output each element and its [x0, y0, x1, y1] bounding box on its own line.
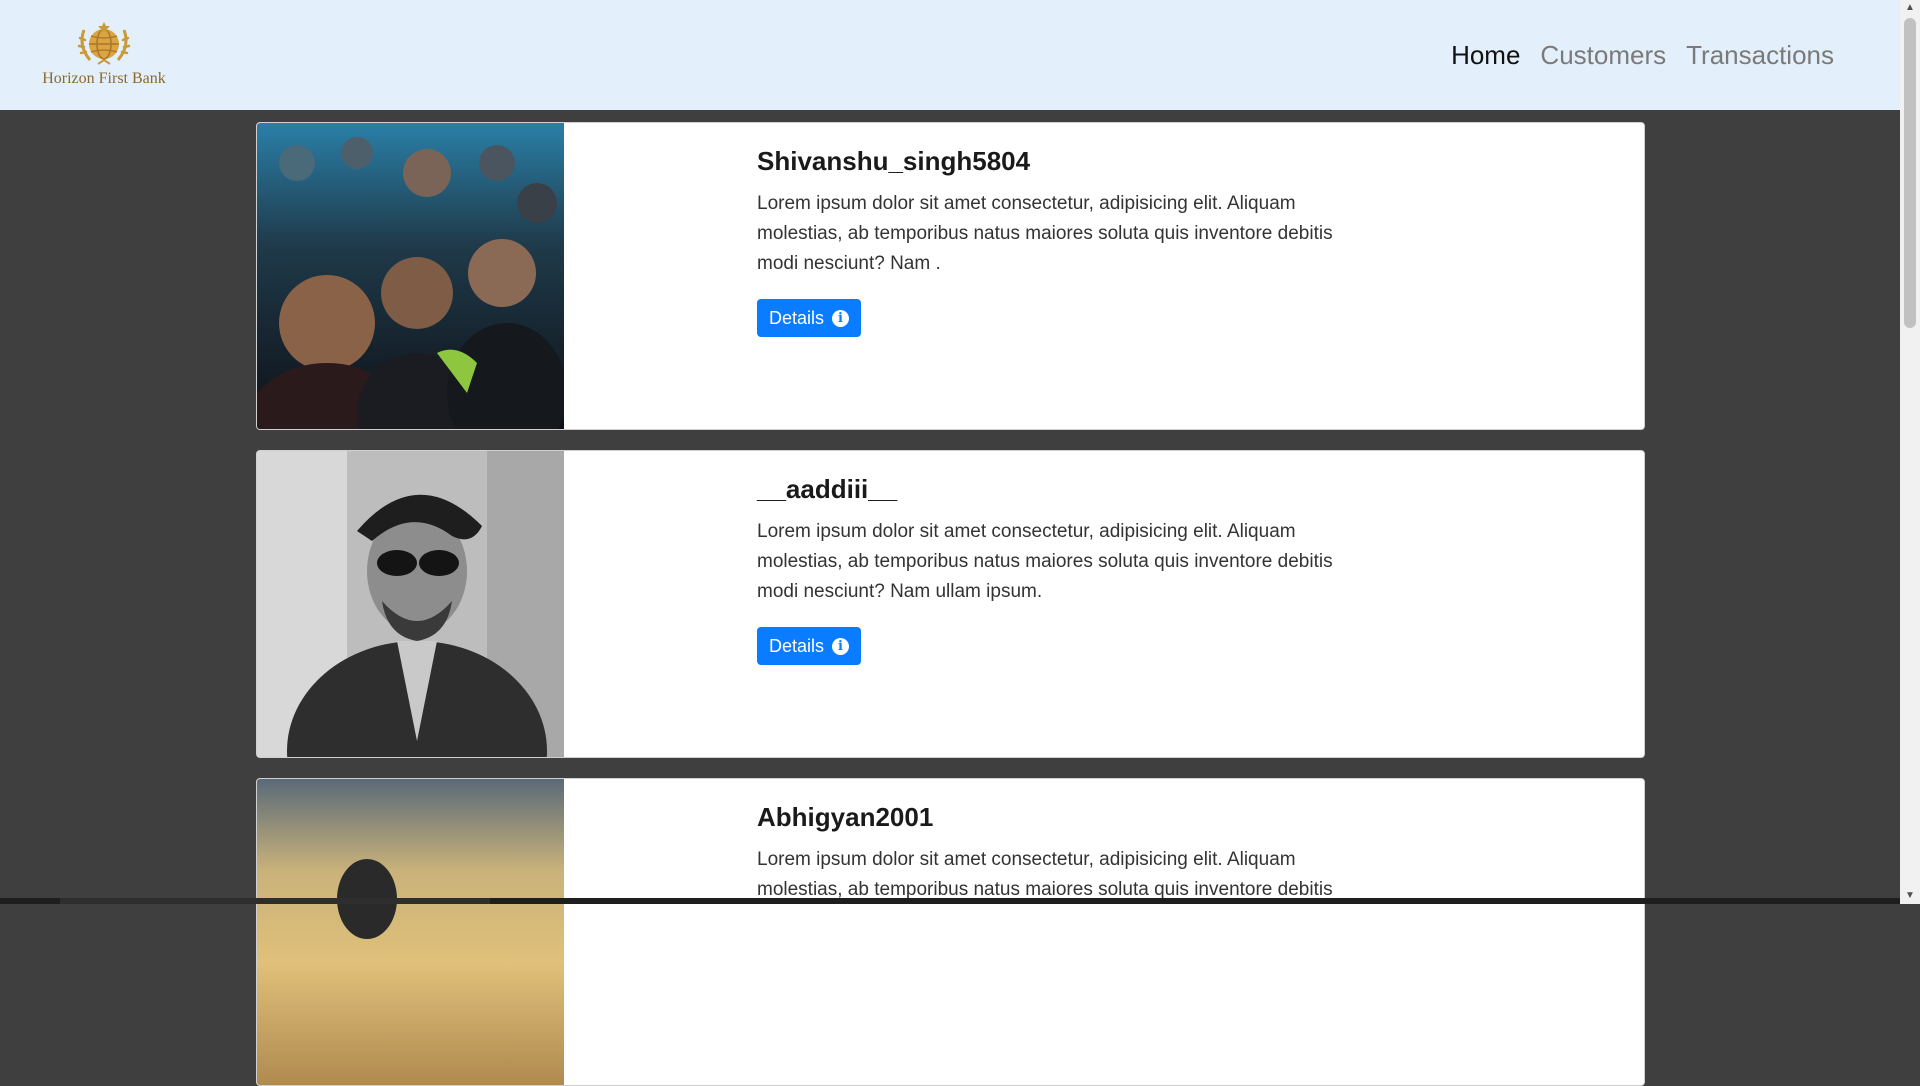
customer-name: Shivanshu_singh5804	[757, 146, 1031, 176]
customer-description: Lorem ipsum dolor sit amet consectetur, …	[757, 849, 1333, 900]
customer-card: Abhigyan2001 Lorem ipsum dolor sit amet …	[256, 778, 1645, 1086]
vertical-scrollbar[interactable]: ▲ ▼	[1900, 0, 1920, 904]
brand-logo-link[interactable]: Horizon First Bank	[36, 18, 176, 92]
card-body: Abhigyan2001 Lorem ipsum dolor sit amet …	[757, 801, 1377, 925]
customer-description: Lorem ipsum dolor sit amet consectetur, …	[757, 521, 1333, 602]
customer-photo	[257, 123, 564, 429]
horizontal-scrollbar[interactable]	[0, 898, 1900, 904]
navbar: Horizon First Bank Home Customers Transa…	[0, 0, 1900, 110]
details-label: Details	[769, 635, 825, 656]
scroll-thumb[interactable]	[1904, 18, 1916, 328]
main-nav: Home Customers Transactions	[1451, 38, 1834, 72]
nav-customers[interactable]: Customers	[1540, 38, 1666, 72]
customer-name: Abhigyan2001	[757, 802, 934, 832]
customer-photo	[257, 451, 564, 757]
info-icon: i	[832, 637, 850, 655]
nav-transactions[interactable]: Transactions	[1686, 38, 1834, 72]
details-label: Details	[769, 307, 825, 328]
info-icon: i	[832, 309, 850, 327]
details-button[interactable]: Details i	[757, 627, 862, 665]
globe-laurel-logo-icon	[77, 22, 131, 65]
card-body: __aaddiii__ Lorem ipsum dolor sit amet c…	[757, 473, 1377, 665]
card-body: Shivanshu_singh5804 Lorem ipsum dolor si…	[757, 145, 1377, 337]
brand-name: Horizon First Bank	[42, 70, 166, 87]
horizontal-scroll-thumb[interactable]	[60, 898, 490, 904]
customer-card: __aaddiii__ Lorem ipsum dolor sit amet c…	[256, 450, 1645, 758]
details-button[interactable]: Details i	[757, 299, 862, 337]
scroll-up-icon[interactable]: ▲	[1900, 0, 1920, 16]
scroll-down-icon[interactable]: ▼	[1900, 888, 1920, 904]
customer-name: __aaddiii__	[757, 474, 898, 504]
customer-photo	[257, 779, 564, 1085]
customer-card: Shivanshu_singh5804 Lorem ipsum dolor si…	[256, 122, 1645, 430]
customer-description: Lorem ipsum dolor sit amet consectetur, …	[757, 193, 1333, 274]
nav-home[interactable]: Home	[1451, 38, 1520, 72]
